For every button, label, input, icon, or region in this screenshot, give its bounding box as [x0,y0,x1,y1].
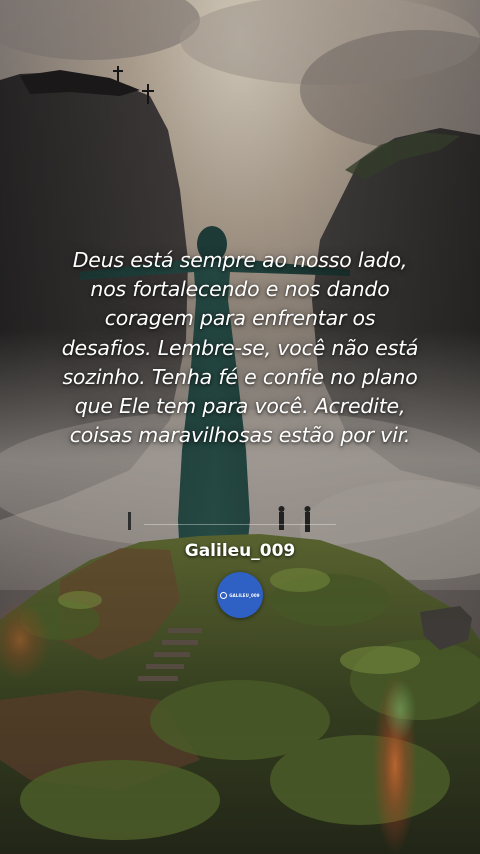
quote-line-7: coisas maravilhosas estão por vir. [69,423,411,448]
author-badge[interactable]: GALILEU_009 [217,572,263,618]
quote-line-2: nos fortalecendo e nos dando [90,277,390,302]
quote-line-5: sozinho. Tenha fé e confie no plano [62,364,418,389]
quote-line-1: Deus está sempre ao nosso lado, [72,248,408,272]
divider [144,524,336,525]
logo-icon [220,591,228,599]
quote-text: Deus está sempre ao nosso lado, nos fort… [40,246,440,450]
quote-line-6: que Ele tem para você. Acredite, [74,394,406,419]
quote-line-4: desafios. Lembre-se, você não está [61,335,419,360]
badge-label: GALILEU_009 [229,592,260,598]
quote-line-3: coragem para enfrentar os [104,306,376,331]
author-name: Galileu_009 [184,541,296,561]
